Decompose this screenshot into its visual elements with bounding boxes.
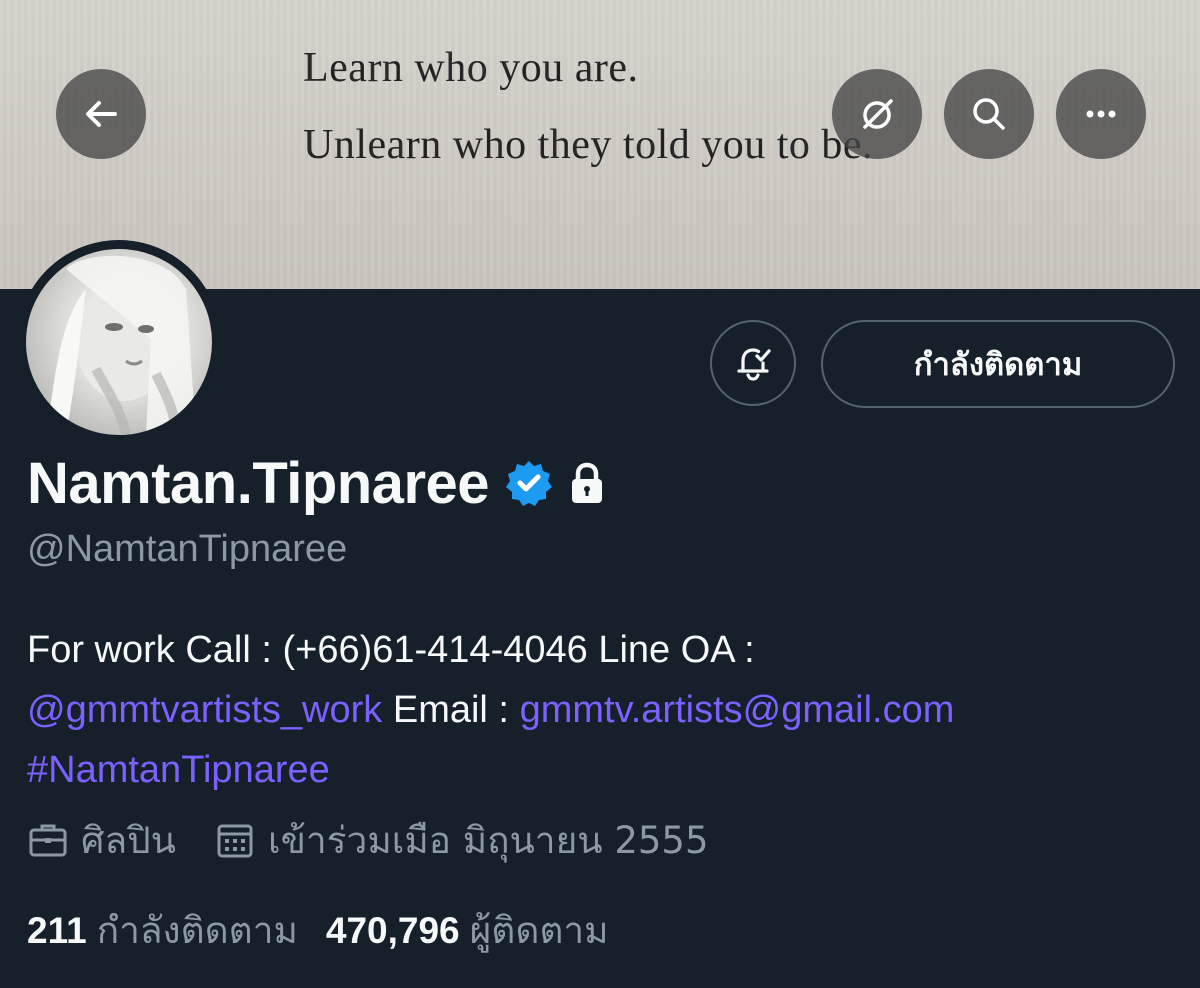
back-button[interactable]: [56, 69, 146, 159]
bio-line-2: @gmmtvartists_work Email : gmmtv.artists…: [27, 680, 1177, 740]
arrow-left-icon: [86, 101, 117, 127]
bio-text-work: For work Call : (+66)61-414-4046 Line OA…: [27, 629, 755, 671]
slash-circle-icon: [863, 99, 893, 129]
bio-text-email: Email :: [392, 689, 509, 731]
more-horizontal-icon: [1086, 110, 1116, 118]
briefcase-icon: [29, 824, 67, 857]
lock-icon: [572, 462, 603, 503]
bio-line-3: #NamtanTipnaree: [27, 740, 1177, 800]
profile-name-row: Namtan.Tipnaree: [27, 448, 607, 518]
followers-stat-link[interactable]: 470,796 ผู้ติดตาม: [326, 901, 609, 960]
banner-quote-line-2: Unlearn who they told you to be.: [303, 122, 874, 168]
search-button[interactable]: [944, 69, 1034, 159]
email-link[interactable]: gmmtv.artists@gmail.com: [520, 689, 955, 731]
bio-line-1: For work Call : (+66)61-414-4046 Line OA…: [27, 620, 1177, 680]
followers-count: 470,796: [325, 909, 460, 951]
avatar-portrait: [46, 255, 196, 435]
bell-check-icon: [737, 348, 771, 381]
notifications-button[interactable]: [710, 320, 796, 406]
display-name: Namtan.Tipnaree: [27, 450, 490, 516]
verified-badge-icon[interactable]: [505, 459, 553, 507]
category-item: ศิลปิน: [27, 811, 176, 870]
line-oa-link[interactable]: @gmmtvartists_work: [27, 689, 382, 731]
joined-date: เข้าร่วมเมือ มิถุนายน 2555: [267, 818, 709, 862]
following-stat-link[interactable]: 211 กำลังติดตาม: [27, 901, 298, 960]
calendar-icon: [217, 824, 253, 858]
category-label: ศิลปิน: [81, 818, 176, 862]
following-button[interactable]: กำลังติดตาม: [821, 320, 1175, 408]
profile-meta: ศิลปิน เข้าร่วมเมือ มิถุนายน 2555: [27, 810, 746, 870]
following-label: กำลังติดตาม: [96, 908, 298, 952]
more-button[interactable]: [1056, 69, 1146, 159]
followers-label: ผู้ติดตาม: [469, 908, 609, 952]
banner-quote-line-1: Learn who you are.: [303, 45, 639, 91]
search-icon: [973, 98, 1005, 130]
avatar[interactable]: [26, 249, 212, 435]
hashtag-link[interactable]: #NamtanTipnaree: [27, 749, 330, 791]
user-handle: @NamtanTipnaree: [27, 528, 348, 570]
profile-bio: For work Call : (+66)61-414-4046 Line OA…: [27, 620, 1177, 800]
grok-button[interactable]: [832, 69, 922, 159]
joined-item: เข้าร่วมเมือ มิถุนายน 2555: [214, 811, 709, 870]
follow-stats: 211 กำลังติดตาม 470,796 ผู้ติดตาม: [27, 900, 637, 960]
following-count: 211: [27, 909, 87, 951]
